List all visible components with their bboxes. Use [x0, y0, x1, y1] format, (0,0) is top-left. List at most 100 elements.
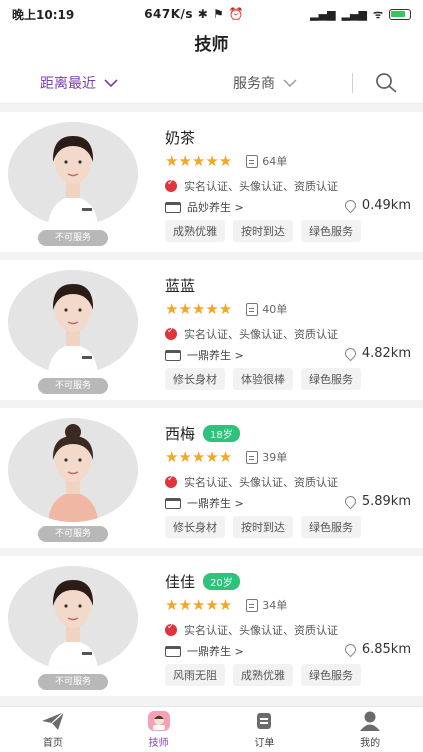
- tag: 成熟优雅: [233, 664, 293, 686]
- tag: 修长身材: [165, 368, 225, 390]
- tag: 成熟优雅: [165, 220, 225, 242]
- order-count: 39单: [246, 449, 287, 465]
- sort-distance-dropdown[interactable]: 距离最近: [40, 73, 118, 93]
- name-row: 佳佳 20岁: [165, 571, 240, 592]
- order-count: 64单: [246, 153, 287, 169]
- chevron-down-icon: [104, 78, 118, 87]
- unavailable-badge: 不可服务: [38, 378, 108, 394]
- search-icon[interactable]: [374, 72, 398, 94]
- certifications-text: 实名认证、头像认证、资质认证: [184, 180, 338, 193]
- tag: 绿色服务: [301, 516, 361, 538]
- store-name: 一鼎养生 >: [187, 497, 244, 510]
- store-link[interactable]: 品妙养生 >: [165, 199, 244, 215]
- certifications-text: 实名认证、头像认证、资质认证: [184, 476, 338, 489]
- filter-divider: [352, 73, 353, 93]
- unavailable-badge: 不可服务: [38, 230, 108, 246]
- signal-icon: ▂▄▆: [310, 7, 336, 21]
- avatar: [8, 122, 138, 226]
- tag-list: 风雨无阻 成熟优雅 绿色服务: [165, 664, 361, 686]
- status-time: 晚上10:19: [12, 7, 75, 22]
- distance-info: 4.82km: [342, 345, 411, 362]
- technician-card[interactable]: 不可服务 奶茶 ★★★★★ 64单 实名认证、头像认证、资质认证 品妙养生 > …: [0, 112, 423, 252]
- technician-card[interactable]: 不可服务 佳佳 20岁 ★★★★★ 34单 实名认证、头像认证、资质认证 一鼎养…: [0, 556, 423, 696]
- battery-icon: [389, 8, 411, 20]
- distance-value: 5.89km: [361, 494, 411, 509]
- star-rating: ★★★★★: [165, 596, 233, 614]
- order-doc-icon: [246, 302, 259, 316]
- verified-badge-icon: [165, 622, 177, 636]
- location-pin-icon: [342, 493, 359, 510]
- tab-orders[interactable]: 订单: [212, 707, 318, 752]
- avatar: [8, 270, 138, 374]
- tag: 按时到达: [233, 516, 293, 538]
- paper-plane-icon: [41, 711, 65, 730]
- distance-info: 5.89km: [342, 493, 411, 510]
- store-icon: [165, 349, 181, 361]
- bottom-tab-bar: 首页 技师 订单 我的: [0, 706, 423, 752]
- avatar-wrap: 不可服务: [8, 418, 138, 542]
- page-title: 技师: [0, 28, 423, 62]
- avatar-wrap: 不可服务: [8, 270, 138, 394]
- rating-row: ★★★★★ 34单: [165, 596, 287, 614]
- order-icon: [257, 713, 272, 729]
- technician-name: 奶茶: [165, 129, 196, 147]
- rating-row: ★★★★★ 39单: [165, 448, 287, 466]
- order-doc-icon: [246, 450, 259, 464]
- certification-row: 实名认证、头像认证、资质认证: [165, 622, 338, 638]
- store-link[interactable]: 一鼎养生 >: [165, 643, 244, 659]
- location-pin-icon: [342, 197, 359, 214]
- tab-home[interactable]: 首页: [0, 707, 106, 752]
- order-count: 34单: [246, 597, 287, 613]
- tag: 按时到达: [233, 220, 293, 242]
- verified-badge-icon: [165, 474, 177, 488]
- portrait-image: [8, 270, 138, 374]
- age-badge: 18岁: [203, 425, 240, 442]
- store-link[interactable]: 一鼎养生 >: [165, 495, 244, 511]
- provider-dropdown[interactable]: 服务商: [233, 73, 297, 93]
- profile-icon: [360, 711, 381, 731]
- tag: 体验很棒: [233, 368, 293, 390]
- tag: 绿色服务: [301, 220, 361, 242]
- provider-label: 服务商: [233, 75, 275, 92]
- portrait-image: [8, 566, 138, 670]
- status-indicators: ▂▄▆ ▂▄▆ ᯤ: [310, 7, 411, 22]
- avatar: [8, 566, 138, 670]
- distance-value: 4.82km: [361, 346, 411, 361]
- store-link[interactable]: 一鼎养生 >: [165, 347, 244, 363]
- tag-list: 修长身材 体验很棒 绿色服务: [165, 368, 361, 390]
- tab-profile[interactable]: 我的: [317, 707, 423, 752]
- location-pin-icon: [342, 641, 359, 658]
- unavailable-badge: 不可服务: [38, 674, 108, 690]
- certification-row: 实名认证、头像认证、资质认证: [165, 326, 338, 342]
- distance-info: 6.85km: [342, 641, 411, 658]
- store-icon: [165, 645, 181, 657]
- filter-bar: 距离最近 服务商: [0, 62, 423, 104]
- distance-value: 6.85km: [361, 642, 411, 657]
- portrait-image: [8, 122, 138, 226]
- rating-row: ★★★★★ 64单: [165, 152, 287, 170]
- technician-card[interactable]: 不可服务 蓝蓝 ★★★★★ 40单 实名认证、头像认证、资质认证 一鼎养生 > …: [0, 260, 423, 400]
- unavailable-badge: 不可服务: [38, 526, 108, 542]
- location-pin-icon: [342, 345, 359, 362]
- technician-icon: [147, 711, 170, 731]
- distance-info: 0.49km: [342, 197, 411, 214]
- store-name: 一鼎养生 >: [187, 645, 244, 658]
- wifi-icon: ᯤ: [372, 7, 383, 21]
- tag: 修长身材: [165, 516, 225, 538]
- distance-value: 0.49km: [361, 198, 411, 213]
- certifications-text: 实名认证、头像认证、资质认证: [184, 328, 338, 341]
- certification-row: 实名认证、头像认证、资质认证: [165, 474, 338, 490]
- rating-row: ★★★★★ 40单: [165, 300, 287, 318]
- star-rating: ★★★★★: [165, 300, 233, 318]
- order-count: 40单: [246, 301, 287, 317]
- tag-list: 修长身材 按时到达 绿色服务: [165, 516, 361, 538]
- store-name: 品妙养生 >: [187, 201, 244, 214]
- verified-badge-icon: [165, 326, 177, 340]
- portrait-image: [8, 418, 138, 522]
- tab-technician[interactable]: 技师: [106, 707, 212, 752]
- technician-card[interactable]: 不可服务 西梅 18岁 ★★★★★ 39单 实名认证、头像认证、资质认证 一鼎养…: [0, 408, 423, 548]
- tab-profile-label: 我的: [360, 738, 381, 749]
- tag-list: 成熟优雅 按时到达 绿色服务: [165, 220, 361, 242]
- tag: 风雨无阻: [165, 664, 225, 686]
- avatar-wrap: 不可服务: [8, 122, 138, 246]
